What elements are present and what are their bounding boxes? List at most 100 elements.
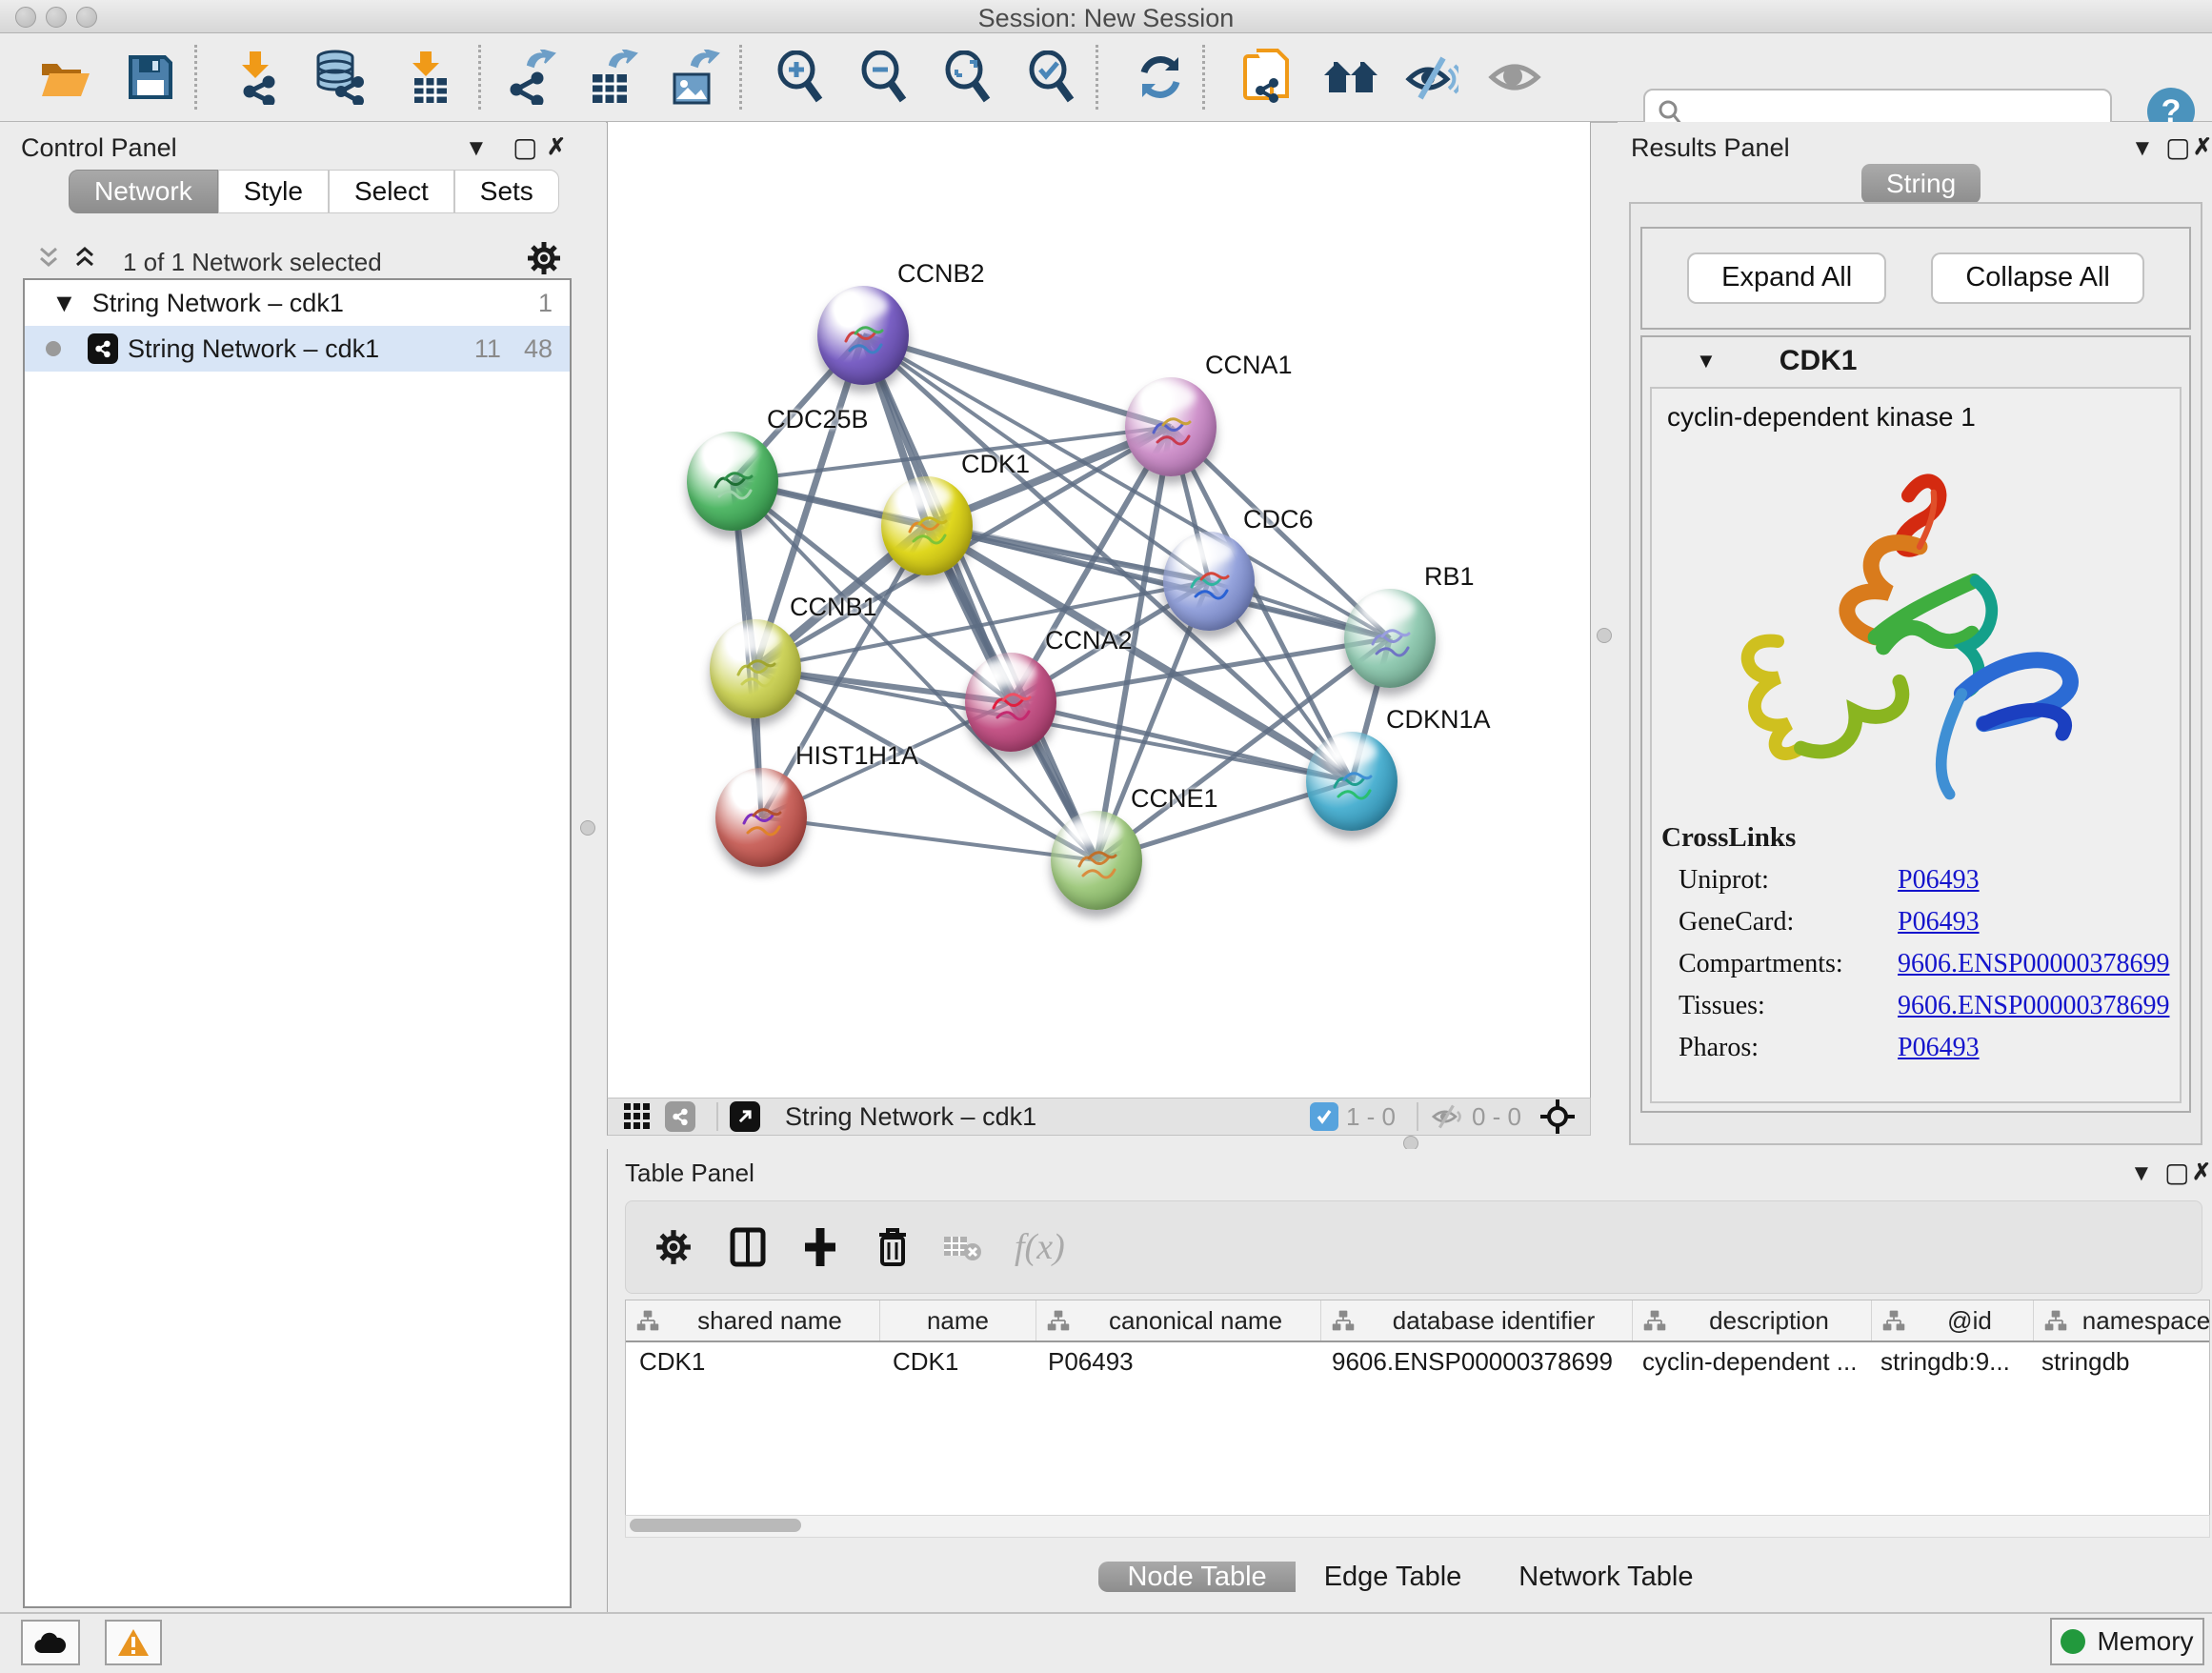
float-panel-icon[interactable]: ▢ [513,131,537,163]
edge-CCNA2-CDKN1A[interactable] [1011,702,1352,781]
crosslink-value-link[interactable]: P06493 [1898,1033,1980,1063]
detach-view-icon[interactable] [730,1101,760,1132]
crosslink-value-link[interactable]: P06493 [1898,907,1980,937]
node-RB1[interactable] [1344,589,1436,688]
cell-shared-name[interactable]: CDK1 [626,1347,879,1377]
import-network-file-button[interactable] [225,47,286,108]
tab-select[interactable]: Select [329,170,454,213]
edge-CCNE1-HIST1H1A[interactable] [761,817,1096,860]
panel-menu-icon[interactable]: ▼ [2131,135,2154,162]
float-panel-icon[interactable]: ▢ [2164,1157,2189,1188]
open-session-button[interactable] [34,47,95,108]
crosslink-label: Tissues: [1679,991,1898,1021]
network-canvas[interactable]: CCNB2 CCNA1 CDC25B CDK1 CDC6 RB1 CCNB1 [607,122,1591,1098]
scrollbar-thumb[interactable] [630,1519,801,1532]
tab-network[interactable]: Network [69,170,218,213]
column-header-namespace[interactable]: namespace [2034,1300,2210,1340]
hide-selected-button[interactable] [1401,47,1462,108]
gear-icon[interactable] [526,240,562,276]
cell-namespace[interactable]: stringdb [2028,1347,2210,1377]
cell-database-identifier[interactable]: 9606.ENSP00000378699 [1318,1347,1629,1377]
selected-checkbox-icon[interactable] [1310,1102,1338,1131]
column-header-canonical-name[interactable]: canonical name [1036,1300,1321,1340]
node-CDC25B[interactable] [687,432,778,531]
cell-canonical-name[interactable]: P06493 [1035,1347,1318,1377]
grid-view-icon[interactable] [623,1102,652,1131]
show-all-button[interactable] [1484,47,1545,108]
string-view-icon[interactable] [665,1101,695,1132]
column-header-description[interactable]: description [1633,1300,1872,1340]
zoom-fit-button[interactable] [937,47,998,108]
edge-CCNB2-CCNA1[interactable] [863,335,1171,427]
clone-network-button[interactable] [1237,47,1297,108]
network-collection-row[interactable]: ▼ String Network – cdk1 1 [25,280,570,326]
panel-menu-icon[interactable]: ▼ [2130,1160,2153,1187]
warnings-button[interactable] [105,1620,162,1665]
column-header-database-identifier[interactable]: database identifier [1321,1300,1633,1340]
refresh-button[interactable] [1130,47,1191,108]
node-CDC6[interactable] [1163,532,1255,631]
network-row[interactable]: String Network – cdk1 11 48 [25,326,570,372]
collapse-arrow-icon[interactable]: ▼ [1696,349,1717,373]
table-row[interactable]: CDK1CDK1P064939606.ENSP00000378699cyclin… [626,1342,2209,1381]
left-splitter-handle[interactable] [580,820,595,836]
close-panel-icon[interactable]: ✗ [2193,133,2212,161]
edge-CCNB2-CCNE1[interactable] [863,335,1096,860]
node-CDK1[interactable] [881,476,973,575]
expand-all-chevrons-icon[interactable] [36,246,61,271]
tab-string[interactable]: String [1861,164,1981,204]
table-settings-gear-icon[interactable] [654,1228,693,1266]
zoom-in-button[interactable] [770,47,831,108]
cell-description[interactable]: cyclin-dependent ... [1629,1347,1867,1377]
node-CCNA2[interactable] [965,653,1056,752]
zoom-out-button[interactable] [854,47,915,108]
import-network-database-button[interactable] [309,47,370,108]
tab-edge-table[interactable]: Edge Table [1296,1562,1491,1592]
tab-network-table[interactable]: Network Table [1490,1562,1721,1592]
collapse-all-chevrons-icon[interactable] [72,246,97,271]
collapse-arrow-icon[interactable]: ▼ [51,289,77,318]
hidden-eye-slash-icon[interactable] [1430,1102,1464,1131]
tab-style[interactable]: Style [218,170,329,213]
collapse-all-button[interactable]: Collapse All [1931,252,2144,304]
close-panel-icon[interactable]: ✗ [547,133,566,161]
save-session-button[interactable] [120,47,181,108]
first-neighbors-button[interactable] [1320,47,1381,108]
delete-column-trash-icon[interactable] [875,1225,910,1269]
zoom-selected-button[interactable] [1021,47,1082,108]
cell--id[interactable]: stringdb:9... [1867,1347,2028,1377]
birdseye-crosshair-icon[interactable] [1538,1098,1577,1136]
split-column-icon[interactable] [729,1226,767,1268]
right-splitter-handle[interactable] [1597,628,1612,643]
node-HIST1H1A[interactable] [715,768,807,867]
node-CCNB1[interactable] [710,619,801,718]
gene-section-header[interactable]: ▼ CDK1 [1642,337,2189,385]
node-CCNB2[interactable] [817,286,909,385]
tab-sets[interactable]: Sets [454,170,559,213]
column-header--id[interactable]: @id [1872,1300,2034,1340]
function-builder-button[interactable]: f(x) [1015,1226,1065,1268]
crosslink-value-link[interactable]: P06493 [1898,865,1980,896]
node-CCNE1[interactable] [1051,811,1142,910]
cell-name[interactable]: CDK1 [879,1347,1035,1377]
create-column-plus-icon[interactable] [801,1226,839,1268]
expand-all-button[interactable]: Expand All [1687,252,1886,304]
memory-button[interactable]: Memory [2050,1618,2204,1665]
crosslink-value-link[interactable]: 9606.ENSP00000378699 [1898,991,2169,1021]
close-panel-icon[interactable]: ✗ [2192,1159,2211,1186]
node-CDKN1A[interactable] [1306,732,1398,831]
horizontal-scrollbar[interactable] [625,1515,2210,1538]
column-header-name[interactable]: name [880,1300,1036,1340]
panel-menu-icon[interactable]: ▼ [465,135,488,162]
delete-table-icon[interactable] [942,1231,982,1263]
crosslink-value-link[interactable]: 9606.ENSP00000378699 [1898,949,2169,979]
column-header-shared-name[interactable]: shared name [626,1300,880,1340]
export-table-button[interactable] [581,47,642,108]
tab-node-table[interactable]: Node Table [1098,1562,1295,1592]
export-image-button[interactable] [663,47,724,108]
node-CCNA1[interactable] [1125,377,1217,476]
cloud-button[interactable] [21,1620,80,1665]
export-network-button[interactable] [499,47,560,108]
import-table-file-button[interactable] [396,47,457,108]
float-panel-icon[interactable]: ▢ [2165,131,2190,163]
